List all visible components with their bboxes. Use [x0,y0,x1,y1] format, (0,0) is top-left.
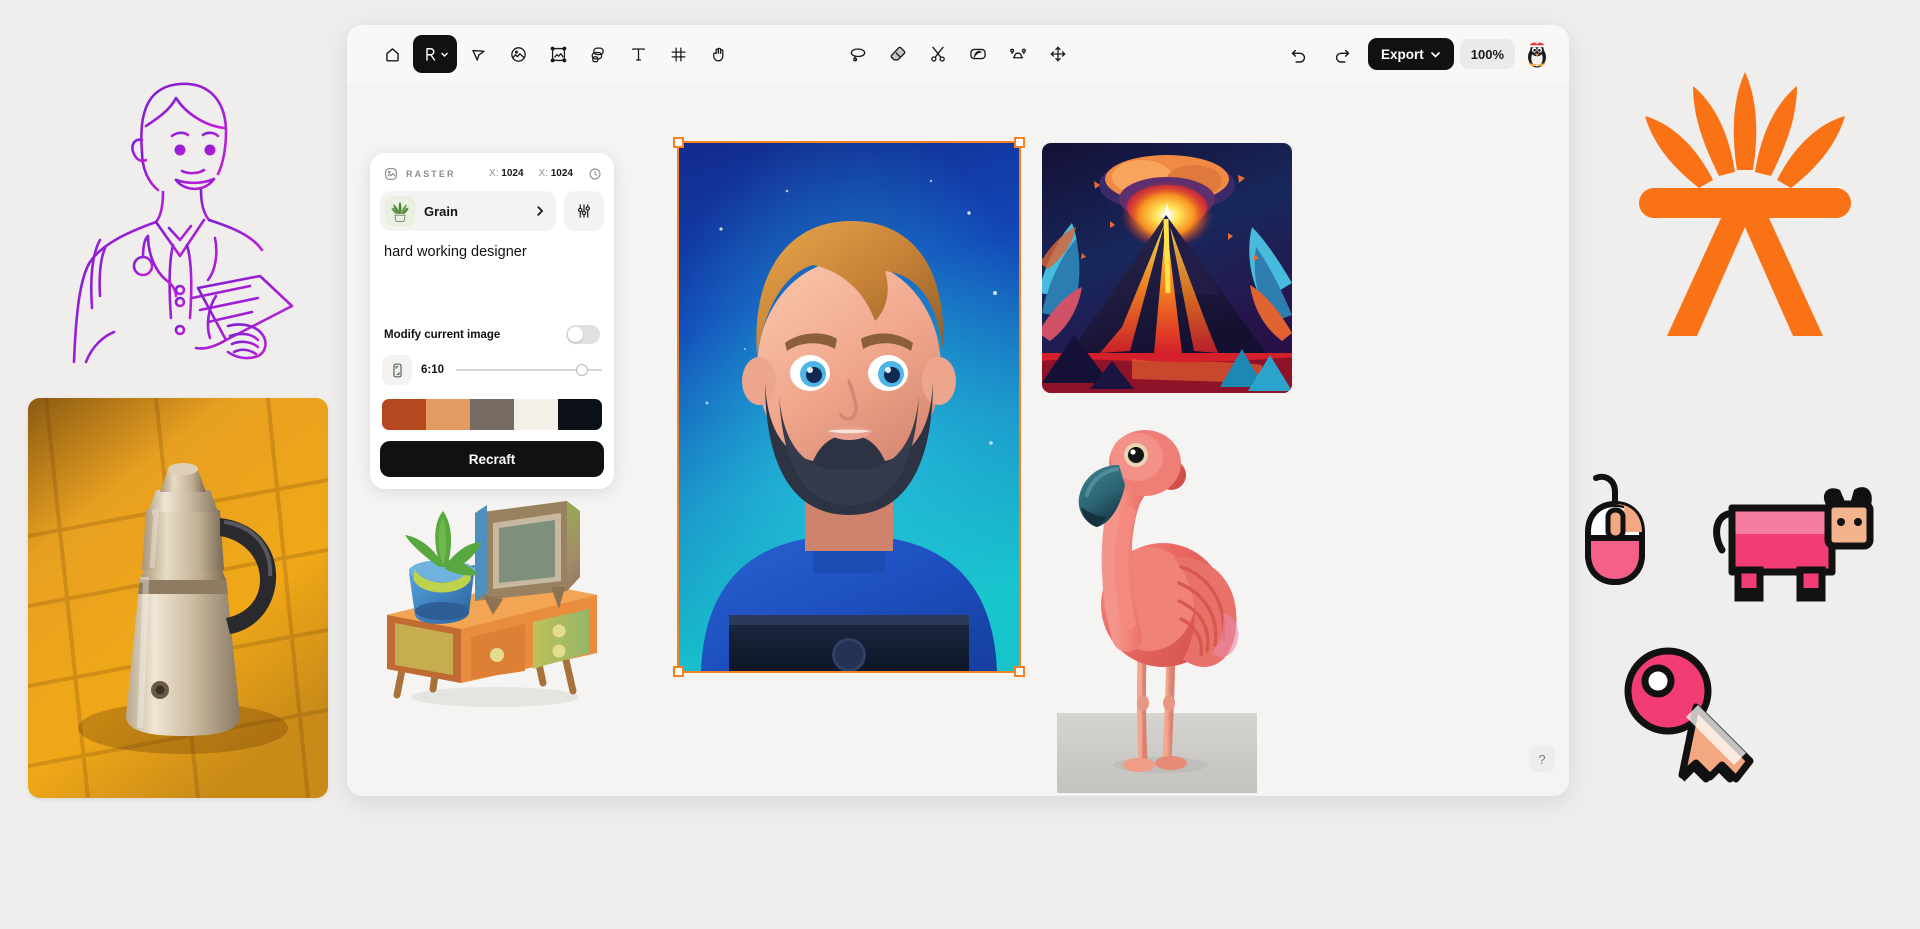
toolbar-center-tools [839,35,1077,73]
volcano-eruption-illustration[interactable] [1042,143,1292,393]
hand-tool-button[interactable] [699,35,737,73]
aspect-ratio-icon [389,362,406,379]
generation-properties-panel: RASTER X: 1024 X: 1024 [370,153,614,489]
modify-current-image-toggle[interactable] [566,325,600,344]
modify-current-image-row: Modify current image [380,317,604,350]
toolbar-left-tools [373,35,737,73]
prompt-input[interactable]: hard working designer [380,231,604,317]
zoom-level-label: 100% [1471,47,1504,62]
image-height: X: 1024 [539,168,573,179]
app-window: Export 100% [347,25,1569,796]
orange-palm-table-logo [1625,62,1865,342]
eraser-icon [888,44,908,64]
raster-image-icon [382,165,399,182]
text-icon [629,45,648,64]
style-name: Grain [424,204,458,219]
aspect-ratio-value: 6:10 [421,364,447,376]
expand-tool-button[interactable] [999,35,1037,73]
text-tool-button[interactable] [619,35,657,73]
image-width-key: X: [489,168,498,179]
plant-thumbnail [385,196,415,226]
redo-button[interactable] [1324,35,1362,73]
eraser-tool-button[interactable] [879,35,917,73]
move-tool-button[interactable] [1039,35,1077,73]
home-icon [383,45,402,64]
modify-current-image-label: Modify current image [384,329,500,341]
vectorize-tool-button[interactable] [539,35,577,73]
hand-icon [709,45,728,64]
avatar[interactable] [1521,38,1553,70]
aspect-ratio-button[interactable] [382,355,412,385]
flamingo-3d[interactable] [1057,413,1257,793]
style-selector[interactable]: Grain [380,191,556,231]
lasso-icon [848,44,868,64]
doctor-line-art [30,40,330,370]
vector-image-icon [549,45,568,64]
generate-tool-button[interactable] [413,35,457,73]
help-button[interactable]: ? [1529,746,1555,772]
home-button[interactable] [373,35,411,73]
top-toolbar: Export 100% [347,25,1569,83]
move-icon [1048,44,1068,64]
frame-icon [669,45,688,64]
image-tool-button[interactable] [499,35,537,73]
inpaint-icon [968,44,988,64]
palette-swatch-4[interactable] [514,399,558,430]
redo-icon [1333,45,1352,64]
toggle-knob [568,327,583,342]
aspect-ratio-slider[interactable] [456,362,602,378]
sliders-icon [575,202,593,220]
toolbar-right-actions: Export 100% [1280,35,1553,73]
pink-computer-mouse-icon [1580,470,1650,590]
retro-tv-sideboard-3d[interactable] [375,483,605,713]
pink-cow-icon [1700,480,1880,610]
lasso-tool-button[interactable] [839,35,877,73]
bearded-designer-portrait[interactable] [679,143,1019,671]
slider-thumb[interactable] [576,364,588,376]
help-button-label: ? [1538,752,1545,767]
image-width-value: 1024 [501,168,523,179]
zoom-level-control[interactable]: 100% [1460,39,1515,69]
style-row: Grain [380,191,604,231]
pink-key-icon [1620,645,1800,800]
color-palette[interactable] [382,399,602,430]
export-button[interactable]: Export [1368,38,1454,70]
image-width: X: 1024 [489,168,523,179]
recraft-button[interactable]: Recraft [380,441,604,477]
recraft-logo-icon [421,45,439,63]
layers-icon [589,45,608,64]
chevron-down-icon [440,50,449,59]
style-settings-button[interactable] [564,191,604,231]
chevron-right-icon [534,205,546,217]
inpaint-tool-button[interactable] [959,35,997,73]
palette-swatch-3[interactable] [470,399,514,430]
frame-tool-button[interactable] [659,35,697,73]
chevron-down-icon [1430,49,1441,60]
palette-swatch-2[interactable] [426,399,470,430]
undo-icon [1289,45,1308,64]
expand-image-icon [1008,44,1028,64]
image-icon [509,45,528,64]
image-height-value: 1024 [551,168,573,179]
penguin-avatar [1522,39,1552,69]
moka-pot-illustration [28,398,328,798]
cursor-icon [469,45,488,64]
scissors-icon [928,44,948,64]
layers-tool-button[interactable] [579,35,617,73]
cut-tool-button[interactable] [919,35,957,73]
export-button-label: Export [1381,47,1424,62]
clock-history-icon[interactable] [588,167,602,181]
select-tool-button[interactable] [459,35,497,73]
panel-header: RASTER X: 1024 X: 1024 [380,163,604,191]
undo-button[interactable] [1280,35,1318,73]
aspect-ratio-row: 6:10 [380,350,604,389]
design-canvas[interactable]: ? RASTER X: 1024 X: 10 [347,83,1569,796]
palette-swatch-1[interactable] [382,399,426,430]
image-height-key: X: [539,168,548,179]
panel-type-label: RASTER [406,169,456,179]
palette-swatch-5[interactable] [558,399,602,430]
